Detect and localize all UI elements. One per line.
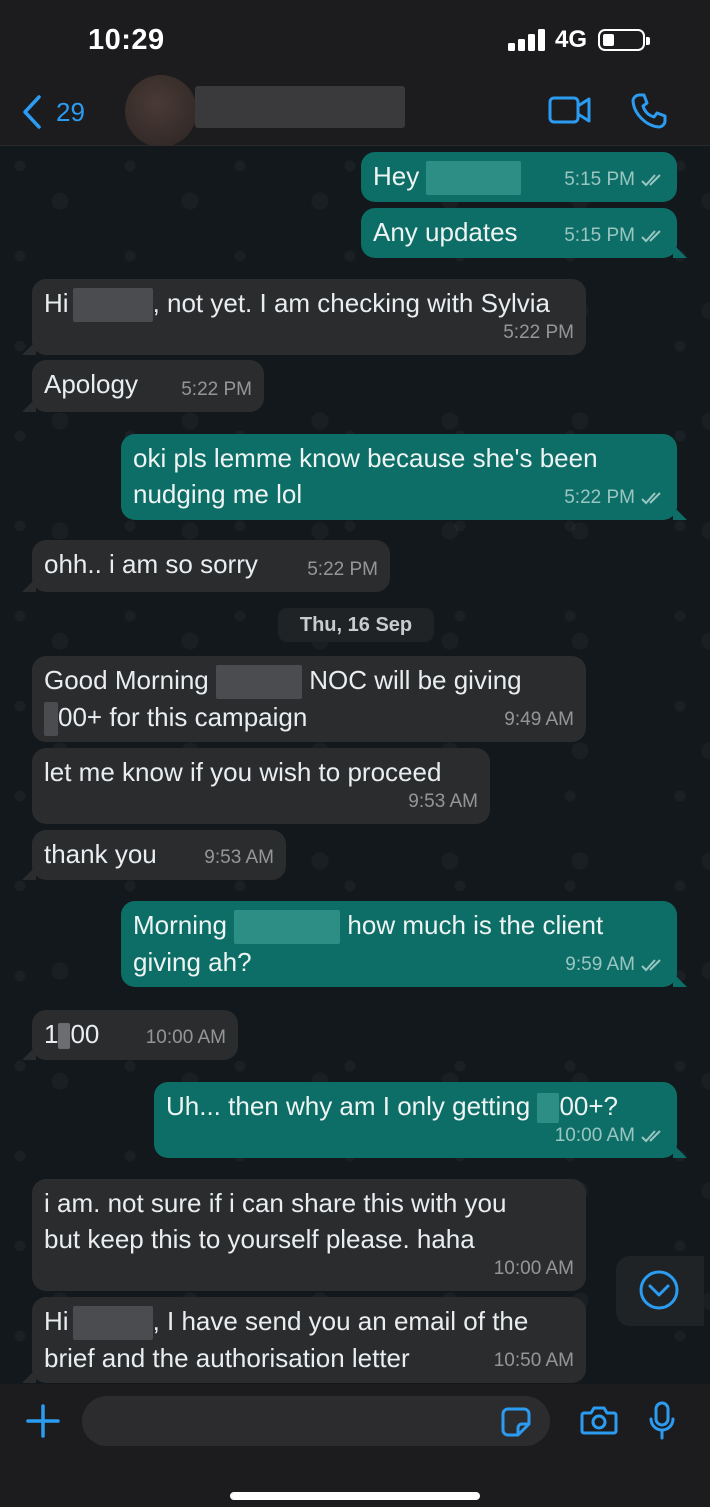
message-text: Morning [133,910,227,940]
message-text: Hey [373,161,420,191]
message-bubble-outgoing[interactable]: Any updates 5:15 PM [361,208,687,258]
chevron-down-circle-icon [639,1270,679,1310]
video-call-button[interactable] [548,94,592,131]
message-text: 1 [44,1019,59,1049]
attach-button[interactable] [26,1404,60,1443]
message-text: 00+ for this campaign [58,702,308,733]
message-input[interactable] [82,1396,550,1446]
camera-button[interactable] [580,1404,618,1441]
message-text: Good Morning [44,665,209,695]
message-bubble-incoming[interactable]: 1 00 10:00 AM [22,1010,238,1060]
status-bar: 10:29 4G [0,0,710,78]
plus-icon [26,1404,60,1438]
message-text: 00+? [559,1091,619,1121]
double-check-icon [641,492,661,505]
unread-count: 29 [56,96,85,127]
microphone-button[interactable] [648,1401,676,1446]
message-time: 5:22 PM [564,487,635,508]
network-type: 4G [555,26,588,53]
camera-icon [580,1406,618,1435]
message-text: NOC will be giving [309,665,522,695]
chevron-left-icon [23,95,41,129]
message-time: 10:00 AM [145,1027,226,1048]
message-bubble-outgoing[interactable]: Hey 5:15 PM [361,152,677,202]
signal-strength-icon [508,29,546,51]
message-bubble-incoming[interactable]: Hi , not yet. I am checking with Sylvia 5… [22,279,586,355]
double-check-icon [641,174,661,187]
message-text: , I have send you an email of the [152,1306,529,1336]
message-bubble-incoming[interactable]: Good Morning NOC will be giving 00+ for … [32,656,586,742]
message-time: 5:15 PM [564,225,635,246]
message-bubble-incoming[interactable]: thank you 9:53 AM [22,830,286,880]
double-check-icon [641,1130,661,1143]
message-text: Hi [44,288,69,318]
message-meta: 5:15 PM [564,218,665,254]
message-bubble-outgoing[interactable]: oki pls lemme know because she's been nu… [121,434,687,520]
back-button[interactable]: 29 [22,92,85,132]
chat-messages-area[interactable]: Hey 5:15 PM Any updates 5:15 PM Hi , not … [0,146,710,1384]
message-bubble-incoming[interactable]: let me know if you wish to proceed 9:53 … [32,748,490,824]
message-meta: 9:59 AM [565,947,665,983]
phone-icon [631,93,667,129]
message-time: 10:00 AM [493,1258,574,1279]
message-time: 5:22 PM [181,379,252,400]
message-text: 00 [70,1019,100,1049]
battery-icon [598,29,650,51]
double-check-icon [641,959,661,972]
message-meta: 10:00 AM [555,1118,665,1154]
message-text: i am. not sure if i can share this with … [44,1188,507,1218]
message-bubble-outgoing[interactable]: Uh... then why am I only getting 00+? 10… [154,1082,687,1158]
double-check-icon [641,230,661,243]
message-time: 9:53 AM [408,791,478,812]
message-time: 9:59 AM [565,954,635,975]
voice-call-button[interactable] [630,92,668,135]
message-time: 5:15 PM [564,169,635,190]
message-text: , not yet. I am checking with Sylvia [152,288,550,318]
status-clock: 10:29 [88,24,165,56]
message-bubble-incoming[interactable]: Apology 5:22 PM [22,360,264,412]
message-time: 5:22 PM [503,322,574,343]
message-input-bar [0,1384,710,1507]
date-separator: Thu, 16 Sep [278,608,434,642]
microphone-icon [649,1401,675,1440]
sticker-button[interactable] [500,1406,532,1443]
message-bubble-incoming[interactable]: Hi, I have send you an email of the brie… [22,1297,586,1383]
contact-avatar[interactable] [125,75,197,147]
message-text: oki pls lemme know because she's been [133,443,598,473]
message-time: 10:50 AM [493,1350,574,1371]
message-text: how much is the client [347,910,604,940]
message-text: Hi [44,1306,69,1336]
message-time: 5:22 PM [307,559,378,580]
message-bubble-incoming[interactable]: i am. not sure if i can share this with … [32,1179,586,1291]
message-time: 9:53 AM [204,847,274,868]
scroll-to-bottom-button[interactable] [616,1256,704,1326]
video-camera-icon [548,96,591,124]
message-meta: 5:22 PM [564,480,665,516]
message-bubble-outgoing[interactable]: Morning how much is the client giving ah… [121,901,687,987]
message-time: 9:49 AM [504,709,574,730]
chat-header: 29 [0,75,710,147]
message-bubble-incoming[interactable]: ohh.. i am so sorry 5:22 PM [22,540,390,592]
sticker-icon [501,1407,531,1437]
message-meta: 5:15 PM [564,162,665,198]
contact-name-redacted[interactable] [195,86,405,128]
home-indicator [230,1492,480,1500]
message-time: 10:00 AM [554,1125,635,1146]
message-text: Uh... then why am I only getting [166,1091,531,1121]
